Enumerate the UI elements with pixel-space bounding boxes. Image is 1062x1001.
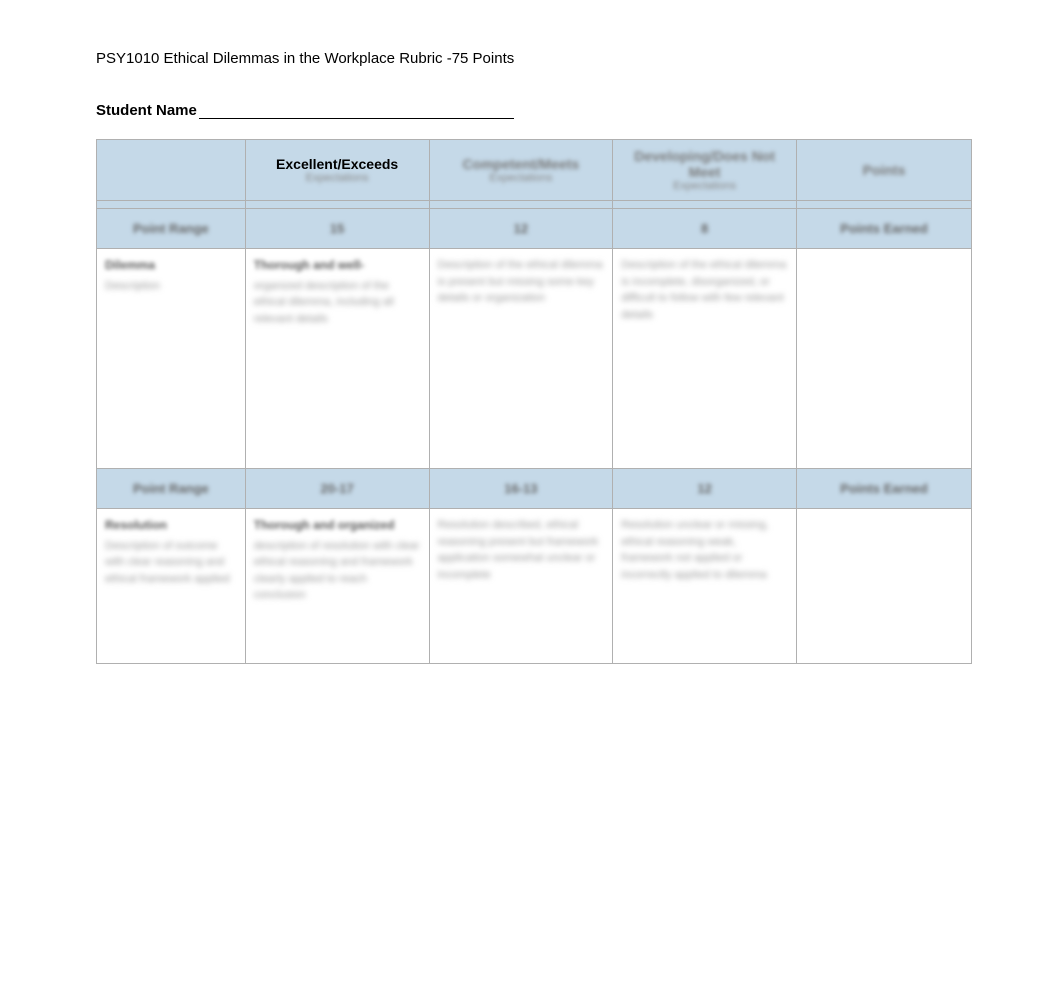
excellent-cell-1: Thorough and well- organized description… xyxy=(245,249,429,469)
header-criteria xyxy=(97,140,246,201)
header-competent-sub: Expectations xyxy=(438,172,605,184)
competent-body-2: Resolution described, ethical reasoning … xyxy=(438,517,605,583)
criteria-body-1: Description xyxy=(105,278,237,295)
criteria-body-2: Description of outcome with clear reason… xyxy=(105,538,237,588)
competent-cell-2: Resolution described, ethical reasoning … xyxy=(429,509,613,664)
header-points-label: Points xyxy=(805,162,963,178)
points-earned-label-2: Points Earned xyxy=(840,481,927,496)
header-competent-label: Competent/Meets xyxy=(438,156,605,172)
content-row-2: Resolution Description of outcome with c… xyxy=(97,509,972,664)
header-developing-sub: Expectations xyxy=(621,180,788,192)
student-name-field: Student Name xyxy=(96,102,972,119)
excellent-body-2: description of resolution with clear eth… xyxy=(254,538,421,604)
points-excellent-1: 15 xyxy=(330,221,344,236)
points-cell-2 xyxy=(797,509,972,664)
points-competent-1: 12 xyxy=(514,221,528,236)
criteria-head-2: Resolution xyxy=(105,517,237,534)
points-competent-2: 16-13 xyxy=(504,481,537,496)
document-title: PSY1010 Ethical Dilemmas in the Workplac… xyxy=(96,50,972,67)
criteria-cell-1: Dilemma Description xyxy=(97,249,246,469)
points-row-1: Point Range 15 12 8 Points Earned xyxy=(97,209,972,249)
content-row-1: Dilemma Description Thorough and well- o… xyxy=(97,249,972,469)
competent-cell-1: Description of the ethical dilemma is pr… xyxy=(429,249,613,469)
header-developing: Developing/Does Not Meet Expectations xyxy=(613,140,797,201)
criteria-cell-2: Resolution Description of outcome with c… xyxy=(97,509,246,664)
developing-body-1: Description of the ethical dilemma is in… xyxy=(621,257,788,323)
excellent-head-1: Thorough and well- xyxy=(254,257,421,274)
student-name-line xyxy=(199,118,514,119)
developing-body-2: Resolution unclear or missing, ethical r… xyxy=(621,517,788,583)
header-points: Points xyxy=(797,140,972,201)
points-label-1: Point Range xyxy=(133,221,209,236)
developing-cell-1: Description of the ethical dilemma is in… xyxy=(613,249,797,469)
header-developing-label: Developing/Does Not Meet xyxy=(621,148,788,180)
excellent-head-2: Thorough and organized xyxy=(254,517,421,534)
points-label-2: Point Range xyxy=(133,481,209,496)
points-cell-1 xyxy=(797,249,972,469)
points-earned-label-1: Points Earned xyxy=(840,221,927,236)
header-excellent: Excellent/Exceeds Expectations xyxy=(245,140,429,201)
rubric-table: Excellent/Exceeds Expectations Competent… xyxy=(96,139,972,664)
criteria-head-1: Dilemma xyxy=(105,257,237,274)
divider-row xyxy=(97,201,972,209)
competent-body-1: Description of the ethical dilemma is pr… xyxy=(438,257,605,307)
points-row-2: Point Range 20-17 16-13 12 Points Earned xyxy=(97,469,972,509)
points-developing-2: 12 xyxy=(697,481,711,496)
excellent-body-1: organized description of the ethical dil… xyxy=(254,278,421,328)
header-excellent-label: Excellent/Exceeds xyxy=(254,156,421,172)
points-excellent-2: 20-17 xyxy=(321,481,354,496)
header-competent: Competent/Meets Expectations xyxy=(429,140,613,201)
points-developing-1: 8 xyxy=(701,221,708,236)
student-name-label: Student Name xyxy=(96,102,197,119)
developing-cell-2: Resolution unclear or missing, ethical r… xyxy=(613,509,797,664)
header-excellent-sub: Expectations xyxy=(254,172,421,184)
table-header-row: Excellent/Exceeds Expectations Competent… xyxy=(97,140,972,201)
excellent-cell-2: Thorough and organized description of re… xyxy=(245,509,429,664)
